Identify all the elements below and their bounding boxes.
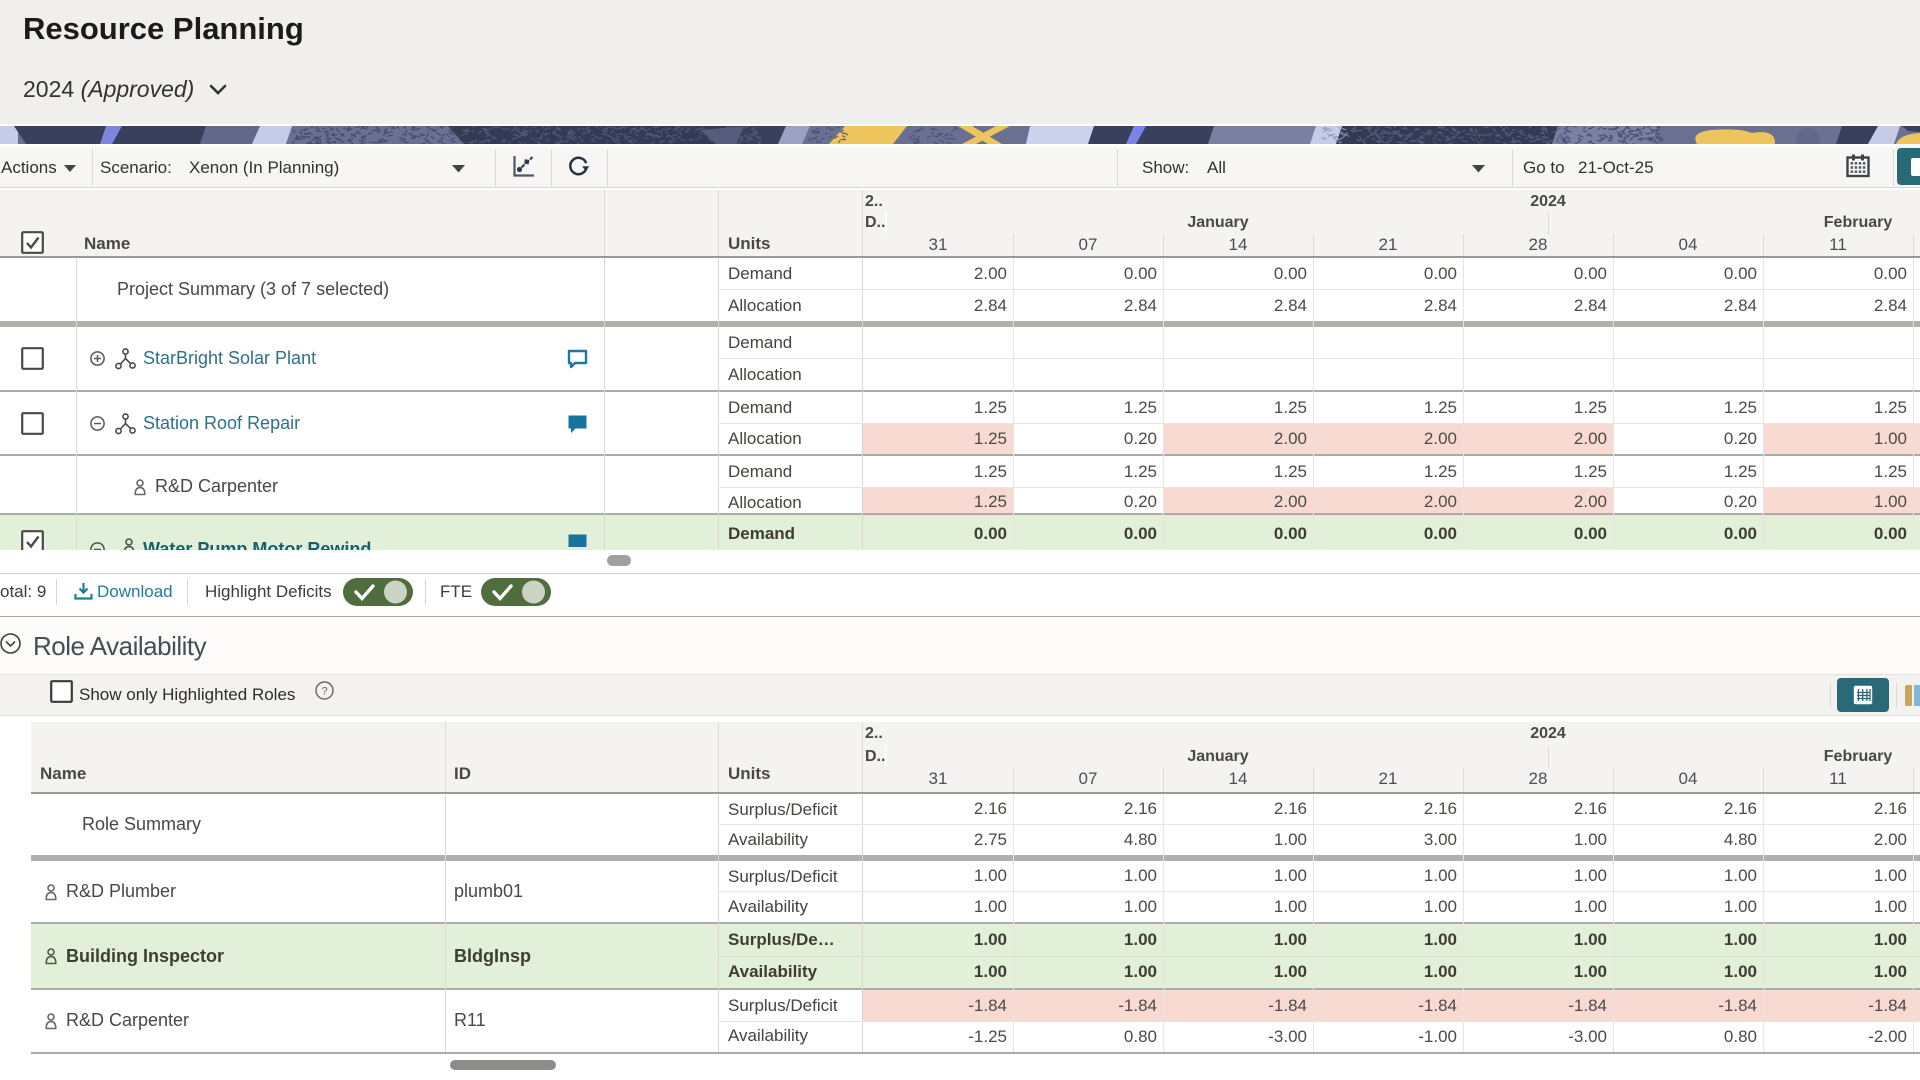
svg-text:?: ?	[321, 686, 327, 698]
